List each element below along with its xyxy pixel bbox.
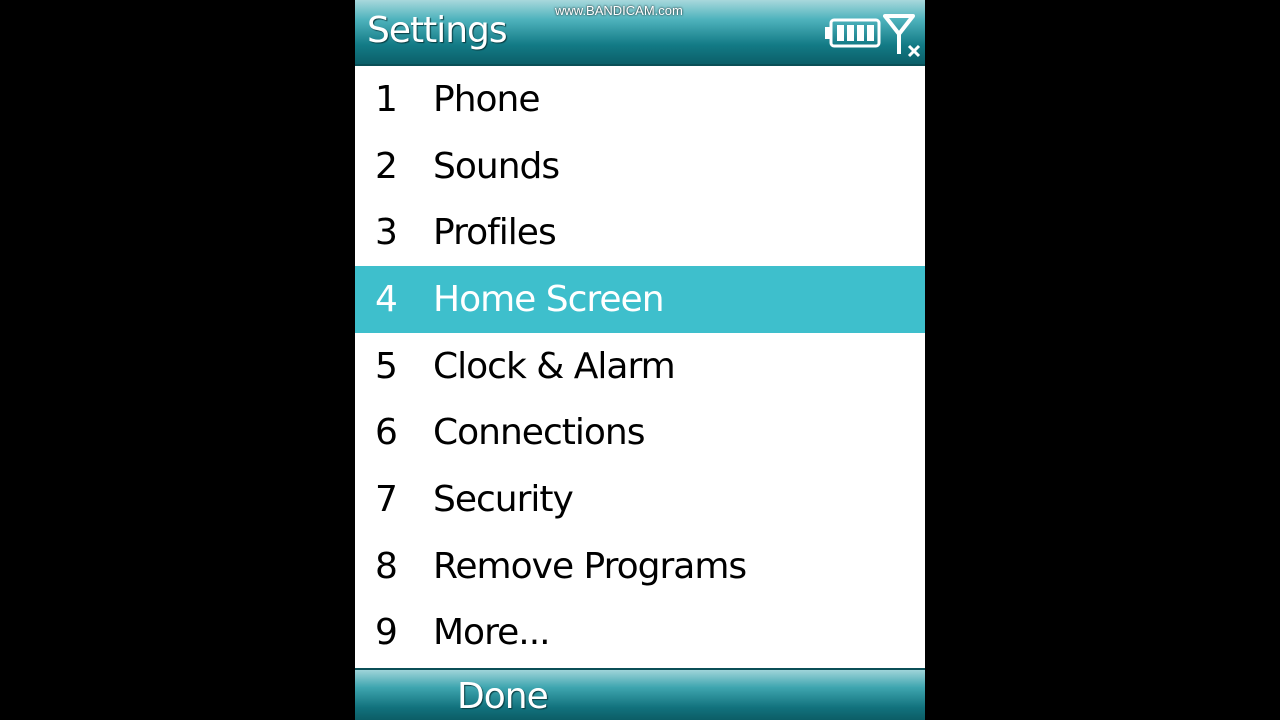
menu-item-number: 9	[375, 612, 398, 654]
menu-item-connections[interactable]: 6 Connections	[355, 399, 925, 466]
settings-menu-list: 1 Phone 2 Sounds 3 Profiles 4 Home Scree…	[355, 66, 925, 666]
title-bar: Settings www.BANDICAM.com	[355, 0, 925, 66]
menu-item-number: 2	[375, 145, 398, 187]
status-icons	[825, 14, 925, 58]
menu-item-number: 7	[375, 478, 398, 520]
menu-item-sounds[interactable]: 2 Sounds	[355, 133, 925, 200]
battery-icon	[825, 18, 881, 48]
recording-watermark: www.BANDICAM.com	[555, 3, 683, 18]
menu-item-clock-alarm[interactable]: 5 Clock & Alarm	[355, 333, 925, 400]
menu-item-label: Phone	[433, 78, 541, 120]
signal-icon	[883, 14, 921, 58]
menu-item-number: 6	[375, 412, 398, 454]
menu-item-number: 1	[375, 78, 398, 120]
menu-item-label: Remove Programs	[433, 545, 747, 587]
menu-item-label: Security	[433, 478, 574, 520]
menu-item-label: Clock & Alarm	[433, 345, 676, 387]
menu-item-label: Connections	[433, 412, 645, 454]
menu-item-more[interactable]: 9 More...	[355, 600, 925, 667]
menu-item-profiles[interactable]: 3 Profiles	[355, 199, 925, 266]
phone-screen: Settings www.BANDICAM.com 1 Phone 2 Soun…	[355, 0, 925, 720]
menu-item-label: Home Screen	[433, 278, 665, 320]
menu-item-label: More...	[433, 612, 551, 654]
menu-item-security[interactable]: 7 Security	[355, 466, 925, 533]
menu-item-number: 8	[375, 545, 398, 587]
menu-item-number: 5	[375, 345, 398, 387]
menu-item-home-screen[interactable]: 4 Home Screen	[355, 266, 925, 333]
page-title: Settings	[367, 10, 508, 51]
menu-item-number: 4	[375, 278, 398, 320]
softkey-bar: Done	[355, 668, 925, 720]
menu-item-remove-programs[interactable]: 8 Remove Programs	[355, 533, 925, 600]
menu-item-phone[interactable]: 1 Phone	[355, 66, 925, 133]
done-softkey[interactable]: Done	[457, 676, 549, 717]
menu-item-label: Sounds	[433, 145, 560, 187]
menu-item-label: Profiles	[433, 212, 557, 254]
menu-item-number: 3	[375, 212, 398, 254]
